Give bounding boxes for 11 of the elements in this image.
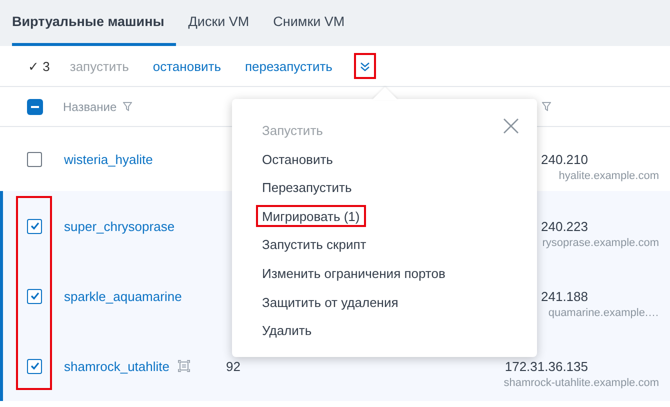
hostname: hyalite.example.com — [558, 169, 659, 183]
ip-address: 241.188 — [540, 289, 588, 304]
hostname: rysoprase.example.com — [541, 236, 659, 250]
ip-address: 240.223 — [540, 219, 588, 234]
table-cell: 92 — [226, 358, 240, 374]
selection-count: ✓ 3 — [28, 58, 50, 74]
hostname: quamarine.example.… — [547, 306, 659, 320]
column-header: Название — [63, 100, 117, 114]
ip-address: 240.210 — [540, 152, 588, 167]
ip-address: 172.31.36.135 — [504, 359, 588, 374]
hostname: shamrock-utahlite.example.com — [502, 376, 659, 390]
